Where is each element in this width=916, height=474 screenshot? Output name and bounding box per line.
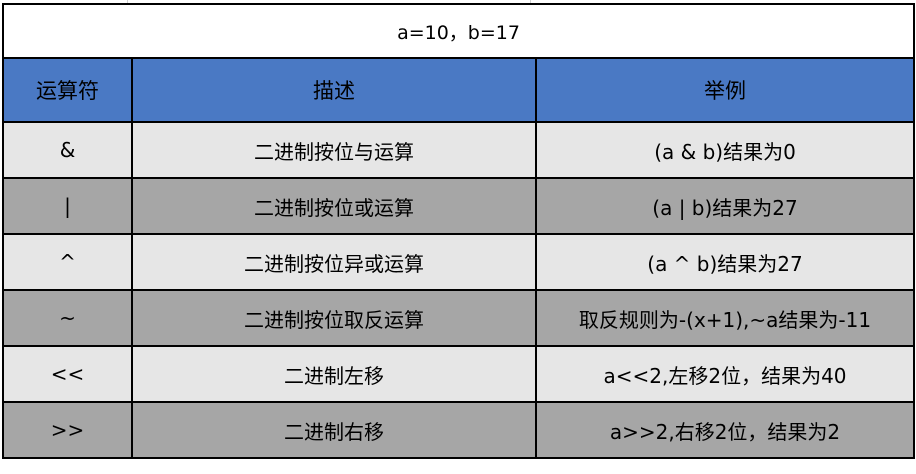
- table-row: << 二进制左移 a<<2,左移2位，结果为40: [2, 345, 916, 403]
- example-cell: a<<2,左移2位，结果为40: [534, 345, 916, 403]
- caption-row: a=10，b=17: [1, 3, 916, 59]
- table-row: >> 二进制右移 a>>2,右移2位，结果为2: [2, 401, 916, 459]
- description-cell: 二进制按位与运算: [131, 121, 537, 179]
- column-header-description: 描述: [131, 57, 537, 123]
- operator-cell: &: [2, 121, 133, 179]
- operator-cell: |: [2, 177, 133, 235]
- operator-cell: ~: [2, 289, 133, 347]
- description-cell: 二进制左移: [131, 345, 537, 403]
- description-cell: 二进制按位取反运算: [131, 289, 537, 347]
- table-row: ~ 二进制按位取反运算 取反规则为-(x+1),~a结果为-11: [2, 289, 916, 347]
- example-cell: 取反规则为-(x+1),~a结果为-11: [534, 289, 916, 347]
- column-header-operator: 运算符: [2, 57, 133, 123]
- operator-cell: <<: [2, 345, 133, 403]
- description-cell: 二进制右移: [131, 401, 537, 459]
- example-cell: (a | b)结果为27: [534, 177, 916, 235]
- example-cell: (a & b)结果为0: [534, 121, 916, 179]
- operator-table: a=10，b=17 运算符 描述 举例 & 二进制按位与运算 (a & b)结果…: [1, 3, 916, 459]
- column-header-example: 举例: [534, 57, 916, 123]
- table-row: ^ 二进制按位异或运算 (a ^ b)结果为27: [2, 233, 916, 291]
- description-cell: 二进制按位或运算: [131, 177, 537, 235]
- example-cell: (a ^ b)结果为27: [534, 233, 916, 291]
- header-row: 运算符 描述 举例: [2, 57, 916, 123]
- table-row: & 二进制按位与运算 (a & b)结果为0: [2, 121, 916, 179]
- example-cell: a>>2,右移2位，结果为2: [534, 401, 916, 459]
- operator-cell: >>: [2, 401, 133, 459]
- operator-cell: ^: [2, 233, 133, 291]
- page: a=10，b=17 运算符 描述 举例 & 二进制按位与运算 (a & b)结果…: [0, 0, 916, 474]
- table-row: | 二进制按位或运算 (a | b)结果为27: [2, 177, 916, 235]
- table-caption: a=10，b=17: [1, 3, 916, 59]
- description-cell: 二进制按位异或运算: [131, 233, 537, 291]
